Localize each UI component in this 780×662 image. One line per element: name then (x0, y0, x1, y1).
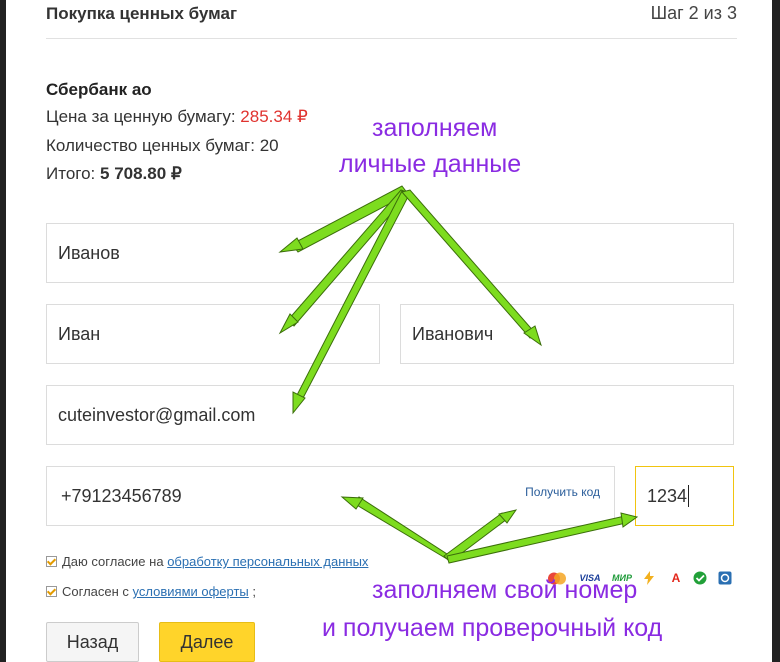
annotation-top-line1: заполняем (372, 114, 498, 142)
annotation-top-line2: личные данные (339, 150, 522, 178)
arrow-to-phone (354, 496, 453, 563)
annotation-arrows (278, 185, 639, 564)
purchase-modal: Покупка ценных бумаг Шаг 2 из 3 Сбербанк… (6, 0, 772, 662)
annotation-bottom-line2: и получаем проверочный код (322, 614, 663, 642)
arrow-to-middle-name (401, 189, 537, 339)
annotation-bottom-line1: заполняем свой номер (372, 576, 638, 604)
arrow-head-sms-code (620, 512, 639, 528)
